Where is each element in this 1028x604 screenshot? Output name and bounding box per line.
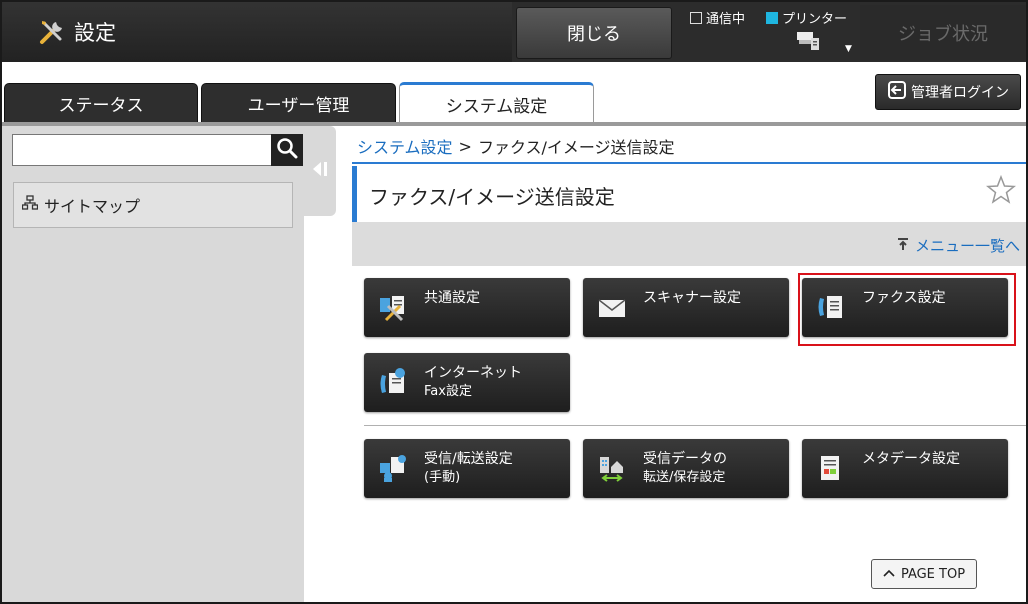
tile-label: スキャナー設定 bbox=[643, 290, 741, 306]
settings-window: 設定 閉じる 通信中 プリンター ▼ ジョブ状況 ステータス ユーザー管理 シス… bbox=[0, 0, 1028, 604]
status-printer-label: プリンター bbox=[782, 12, 848, 27]
sitemap-icon bbox=[21, 195, 39, 215]
tile-label: 受信データの 転送/保存設定 bbox=[643, 450, 727, 487]
search-input[interactable] bbox=[12, 134, 272, 166]
data-forward-icon bbox=[597, 453, 627, 483]
sidebar: サイトマップ bbox=[2, 126, 304, 602]
internet-fax-icon bbox=[378, 367, 408, 397]
menu-list-label: メニュー一覧へ bbox=[914, 237, 1020, 255]
breadcrumb-system-settings[interactable]: システム設定 bbox=[357, 134, 453, 158]
tile-metadata-settings[interactable]: メタデータ設定 bbox=[802, 439, 1008, 498]
collapse-left-icon bbox=[310, 159, 330, 183]
tile-internet-fax-settings[interactable]: インターネット Fax設定 bbox=[364, 353, 570, 412]
search-button[interactable] bbox=[271, 134, 303, 166]
breadcrumb-divider bbox=[352, 162, 1026, 164]
breadcrumb-separator: > bbox=[458, 136, 472, 156]
receive-forward-icon bbox=[378, 453, 408, 483]
job-status-button[interactable]: ジョブ状況 bbox=[860, 5, 1026, 61]
tile-label: インターネット Fax設定 bbox=[424, 364, 522, 401]
chevron-up-icon bbox=[883, 567, 895, 582]
status-comm: 通信中 bbox=[690, 8, 745, 27]
tile-received-data-forward-settings[interactable]: 受信データの 転送/保存設定 bbox=[583, 439, 789, 498]
breadcrumb: システム設定 > ファクス/イメージ送信設定 bbox=[357, 134, 675, 158]
admin-login-label: 管理者ログイン bbox=[911, 85, 1009, 101]
page-top-button[interactable]: PAGE TOP bbox=[871, 559, 977, 589]
menu-list-link[interactable]: メニュー一覧へ bbox=[895, 235, 1020, 256]
printer-icon bbox=[796, 30, 822, 56]
close-button[interactable]: 閉じる bbox=[516, 7, 672, 59]
printer-indicator-icon bbox=[766, 11, 778, 24]
page-title: ファクス/イメージ送信設定 bbox=[369, 185, 615, 209]
tile-label-line1: インターネット bbox=[424, 365, 522, 381]
tile-label-line2: (手動) bbox=[424, 470, 461, 485]
tile-label-line2: 転送/保存設定 bbox=[643, 470, 726, 485]
tile-scanner-settings[interactable]: スキャナー設定 bbox=[583, 278, 789, 337]
tab-status[interactable]: ステータス bbox=[4, 83, 198, 123]
tile-receive-forward-settings[interactable]: 受信/転送設定 (手動) bbox=[364, 439, 570, 498]
status-area[interactable]: 通信中 プリンター ▼ bbox=[682, 4, 860, 60]
sidebar-collapse-button[interactable] bbox=[304, 126, 336, 216]
tab-user-management[interactable]: ユーザー管理 bbox=[201, 83, 396, 123]
tile-label: 受信/転送設定 (手動) bbox=[424, 450, 513, 487]
comm-indicator-icon bbox=[690, 11, 702, 24]
common-settings-icon bbox=[378, 292, 408, 322]
tile-label-line1: 受信データの bbox=[643, 451, 727, 467]
page-top-label: PAGE TOP bbox=[900, 566, 966, 582]
tab-bar: ステータス ユーザー管理 システム設定 管理者ログイン bbox=[2, 62, 1026, 124]
header-bar: 設定 閉じる 通信中 プリンター ▼ ジョブ状況 bbox=[2, 2, 1026, 62]
tile-label-line1: 受信/転送設定 bbox=[424, 451, 513, 467]
tools-icon bbox=[38, 18, 66, 46]
status-dropdown-icon[interactable]: ▼ bbox=[845, 44, 852, 54]
tile-label-line2: Fax設定 bbox=[424, 384, 472, 399]
menu-strip: メニュー一覧へ bbox=[352, 222, 1026, 266]
envelope-icon bbox=[597, 292, 627, 322]
tile-label: 共通設定 bbox=[424, 290, 480, 306]
return-arrow-icon bbox=[895, 236, 911, 256]
sitemap-link[interactable]: サイトマップ bbox=[13, 182, 293, 228]
search-icon bbox=[276, 137, 298, 163]
page-heading: ファクス/イメージ送信設定 bbox=[352, 166, 1026, 222]
status-printer: プリンター bbox=[766, 8, 847, 27]
tile-common-settings[interactable]: 共通設定 bbox=[364, 278, 570, 337]
breadcrumb-current: ファクス/イメージ送信設定 bbox=[477, 138, 675, 157]
login-icon bbox=[887, 80, 907, 104]
favorite-star-icon[interactable] bbox=[985, 174, 1017, 210]
app-title: 設定 bbox=[38, 16, 116, 48]
fax-settings-highlight bbox=[798, 273, 1016, 346]
app-title-text: 設定 bbox=[74, 21, 116, 45]
metadata-icon bbox=[816, 453, 846, 483]
tab-system-settings[interactable]: システム設定 bbox=[399, 82, 594, 124]
sitemap-label: サイトマップ bbox=[44, 197, 141, 216]
section-divider bbox=[364, 425, 1026, 426]
tile-label: メタデータ設定 bbox=[862, 451, 960, 467]
admin-login-button[interactable]: 管理者ログイン bbox=[875, 74, 1021, 110]
status-comm-label: 通信中 bbox=[706, 12, 746, 27]
